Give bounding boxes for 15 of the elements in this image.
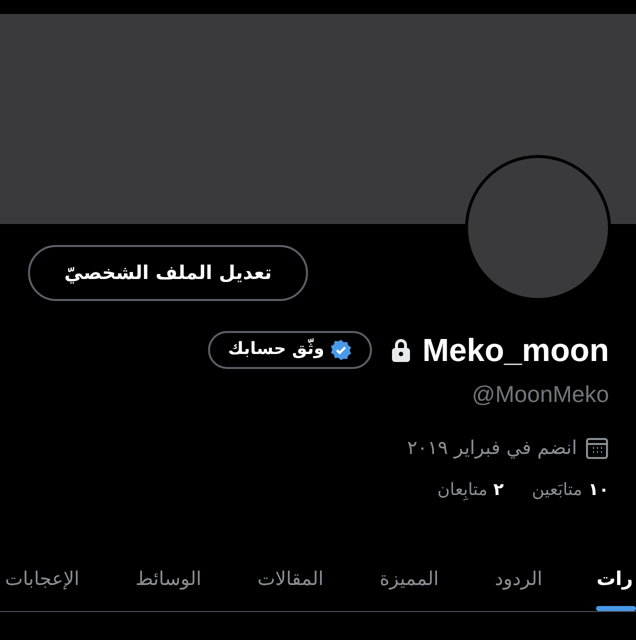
following-link[interactable]: ١٠ متابَعين [532, 478, 609, 504]
display-name: Meko_moon [422, 334, 609, 366]
profile-tab[interactable]: رات [570, 548, 636, 610]
profile-tab[interactable]: المميزة [352, 548, 467, 610]
profile-tab[interactable]: الإعجابات [0, 548, 108, 610]
followers-link[interactable]: ٢ متابِعان [437, 478, 504, 504]
profile-tab[interactable]: الردود [466, 548, 570, 610]
verified-badge-icon [330, 339, 352, 361]
profile-tab[interactable]: المقالات [229, 548, 352, 610]
edit-profile-button[interactable]: تعديل الملف الشخصيّ [28, 245, 308, 301]
verify-account-button[interactable]: وثّق حسابك [208, 331, 372, 369]
user-handle: @MoonMeko [472, 381, 609, 407]
calendar-icon [585, 436, 609, 460]
profile-tab[interactable]: الوسائط [107, 548, 230, 610]
join-date: انضم في فبراير ٢٠١٩ [407, 436, 577, 461]
